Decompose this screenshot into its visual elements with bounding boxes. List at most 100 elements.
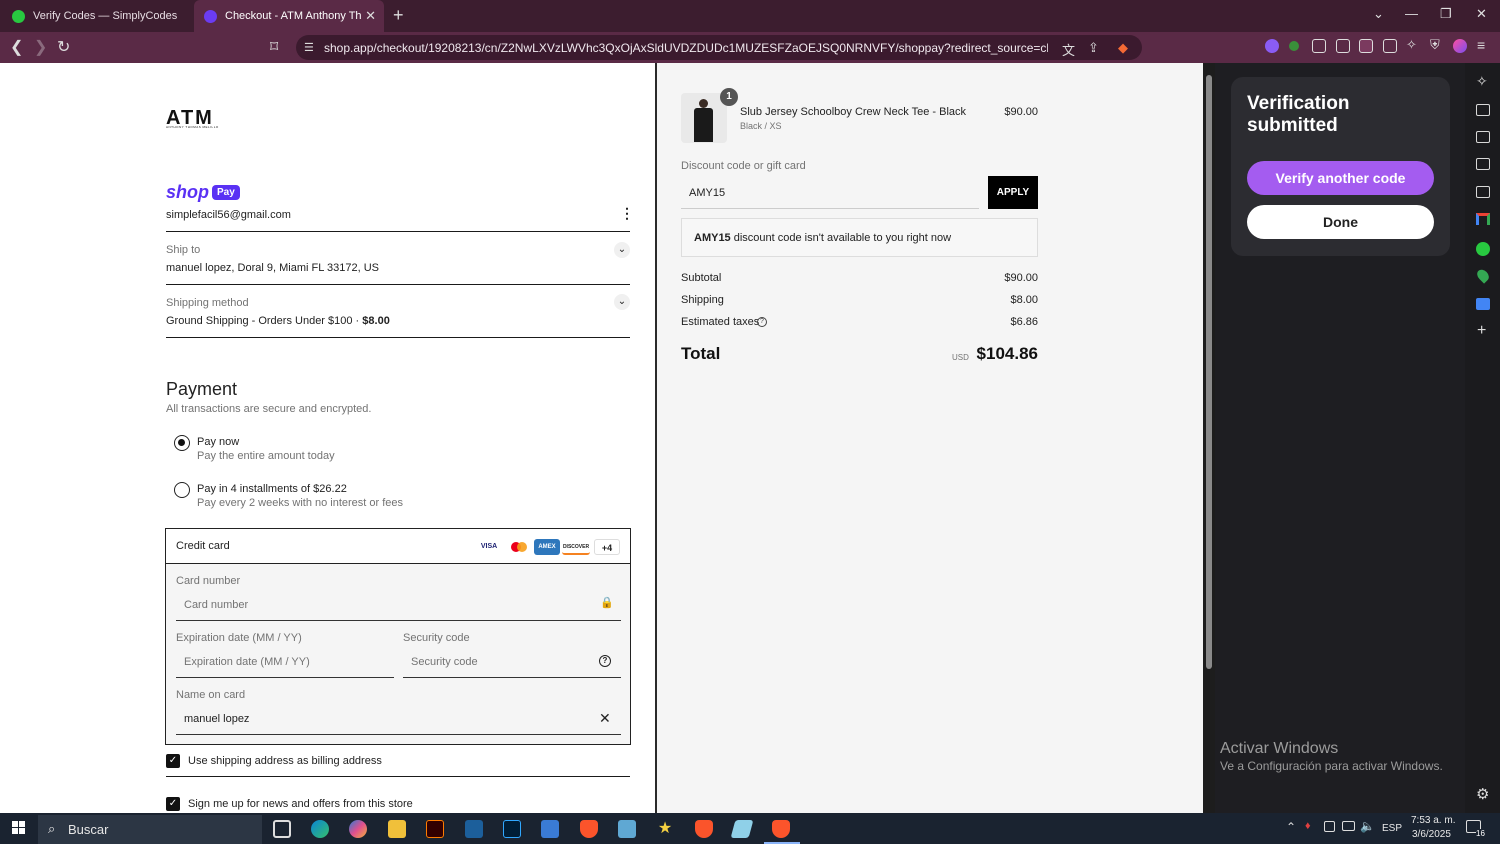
back-button[interactable]: ❮: [10, 37, 23, 57]
sidebar-toggle-icon[interactable]: [1336, 39, 1350, 53]
installments-sub: Pay every 2 weeks with no interest or fe…: [197, 497, 404, 509]
close-tab-icon[interactable]: ✕: [365, 8, 376, 24]
apply-button[interactable]: APPLY: [988, 176, 1038, 209]
tray-app-icon[interactable]: [1324, 821, 1335, 832]
credit-card-header[interactable]: Credit card VISA AMEX DISCOVER +4: [166, 529, 630, 564]
windows-activation-title: Activar Windows: [1220, 740, 1339, 757]
extensions-puzzle-icon[interactable]: [1312, 39, 1326, 53]
address-bar[interactable]: ☰ shop.app/checkout/19208213/cn/Z2NwLXVz…: [296, 35, 1142, 60]
brave-icon[interactable]: [695, 820, 713, 838]
url-text[interactable]: shop.app/checkout/19208213/cn/Z2NwLXVzLW…: [324, 41, 1048, 55]
split-view-icon[interactable]: [1359, 39, 1373, 53]
verify-another-code-button[interactable]: Verify another code: [1247, 161, 1434, 195]
tab-bar: Verify Codes — SimplyCodes Checkout - AT…: [0, 0, 1500, 32]
wallet-icon[interactable]: [1476, 131, 1490, 143]
media-icon[interactable]: [1476, 104, 1490, 116]
gmail-icon[interactable]: [1476, 213, 1490, 225]
bookmarks-icon[interactable]: [1476, 158, 1490, 170]
shipping-method-chevron-icon[interactable]: ⌄: [614, 294, 630, 310]
store-icon[interactable]: [541, 820, 559, 838]
tab-checkout[interactable]: Checkout - ATM Anthony Thoma ✕: [194, 0, 384, 32]
taxes-info-icon[interactable]: ?: [757, 317, 767, 327]
copilot-icon[interactable]: [349, 820, 367, 838]
minimize-button[interactable]: —: [1405, 6, 1418, 21]
task-view-icon[interactable]: [273, 820, 291, 838]
file-explorer-icon[interactable]: [388, 820, 406, 838]
extension-icon[interactable]: [1265, 39, 1279, 53]
simplycodes-favicon-icon: [12, 9, 25, 23]
wallet-icon[interactable]: [1383, 39, 1397, 53]
clear-field-icon[interactable]: ✕: [599, 710, 611, 727]
expiration-input[interactable]: Expiration date (MM / YY): [184, 656, 310, 668]
billing-checkbox-label[interactable]: Use shipping address as billing address: [188, 755, 382, 767]
share-icon[interactable]: ⇪: [1088, 40, 1099, 56]
network-icon[interactable]: [1342, 821, 1355, 831]
maps-icon[interactable]: [1474, 267, 1492, 284]
ship-to-chevron-icon[interactable]: ⌄: [614, 242, 630, 258]
new-tab-button[interactable]: +: [393, 5, 404, 26]
add-panel-icon[interactable]: +: [1477, 322, 1486, 340]
brave-active-icon[interactable]: [772, 820, 790, 838]
pay-now-sub: Pay the entire amount today: [197, 450, 335, 462]
tab-list-chevron-icon[interactable]: ⌄: [1373, 6, 1384, 22]
page-scrollbar[interactable]: [1203, 63, 1215, 813]
scrollbar-thumb[interactable]: [1206, 75, 1212, 669]
leo-icon[interactable]: ✧: [1476, 73, 1488, 90]
clock-date[interactable]: 3/6/2025: [1412, 829, 1451, 840]
name-on-card-input[interactable]: manuel lopez: [184, 713, 249, 725]
installments-label[interactable]: Pay in 4 installments of $26.22: [197, 483, 347, 495]
tab-simplycodes[interactable]: Verify Codes — SimplyCodes: [2, 0, 192, 32]
ship-to-label: Ship to: [166, 244, 201, 256]
discount-input[interactable]: AMY15: [681, 176, 979, 209]
app-icon[interactable]: [618, 820, 636, 838]
simplycodes-icon[interactable]: [1476, 242, 1490, 256]
illustrator-icon[interactable]: [426, 820, 444, 838]
brave-icon[interactable]: [580, 820, 598, 838]
newsletter-checkbox[interactable]: ✓: [166, 797, 180, 811]
brave-shields-icon[interactable]: ◆: [1118, 40, 1128, 56]
translate-icon[interactable]: 文: [1062, 40, 1075, 59]
settings-gear-icon[interactable]: ⚙: [1476, 785, 1489, 803]
shop-pay-logo: shop Pay: [166, 182, 240, 203]
leo-ai-icon[interactable]: ✧: [1406, 37, 1420, 52]
volume-icon[interactable]: 🔈: [1360, 819, 1375, 833]
menu-icon[interactable]: ≡: [1477, 37, 1491, 53]
card-number-input[interactable]: Card number: [184, 599, 248, 611]
windows-start-icon[interactable]: [12, 821, 26, 835]
profile-icon[interactable]: [1453, 39, 1467, 53]
lightroom-icon[interactable]: [503, 820, 521, 838]
language-indicator[interactable]: ESP: [1382, 823, 1402, 834]
shipping-label: Shipping: [681, 294, 724, 306]
more-options-icon[interactable]: ⋮: [620, 205, 634, 222]
star-app-icon[interactable]: ★: [656, 820, 674, 838]
tab-title: Verify Codes — SimplyCodes: [33, 10, 178, 22]
davinci-icon[interactable]: [465, 820, 483, 838]
billing-checkbox[interactable]: ✓: [166, 754, 180, 768]
edge-icon[interactable]: [311, 820, 329, 838]
app-icon[interactable]: [730, 820, 754, 838]
extension-icon[interactable]: [1289, 41, 1299, 51]
taskbar-search[interactable]: ⌕ Buscar: [38, 815, 262, 844]
forward-button[interactable]: ❯: [34, 37, 47, 57]
help-icon[interactable]: ?: [599, 655, 611, 667]
bookmark-icon[interactable]: ⌑: [270, 37, 278, 57]
translate-icon[interactable]: [1476, 298, 1490, 310]
done-button[interactable]: Done: [1247, 205, 1434, 239]
security-code-input[interactable]: Security code: [411, 656, 478, 668]
tray-app-icon[interactable]: ♦: [1305, 820, 1311, 832]
reading-list-icon[interactable]: [1476, 186, 1490, 198]
restore-button[interactable]: ❐: [1440, 6, 1452, 22]
tray-chevron-icon[interactable]: ⌃: [1286, 820, 1296, 834]
browser-sidebar: ✧ + ⚙: [1465, 63, 1500, 813]
installments-radio[interactable]: [174, 482, 190, 498]
pay-now-radio[interactable]: [174, 435, 190, 451]
product-name: Slub Jersey Schoolboy Crew Neck Tee - Bl…: [740, 106, 967, 118]
vpn-shield-icon[interactable]: ⛨: [1430, 37, 1444, 52]
shop-favicon-icon: [204, 9, 217, 23]
newsletter-checkbox-label[interactable]: Sign me up for news and offers from this…: [188, 798, 413, 810]
site-info-icon[interactable]: ☰: [304, 41, 314, 54]
reload-button[interactable]: ↻: [57, 37, 70, 57]
clock-time[interactable]: 7:53 a. m.: [1411, 815, 1455, 826]
pay-now-label[interactable]: Pay now: [197, 436, 239, 448]
close-window-button[interactable]: ✕: [1476, 6, 1487, 22]
